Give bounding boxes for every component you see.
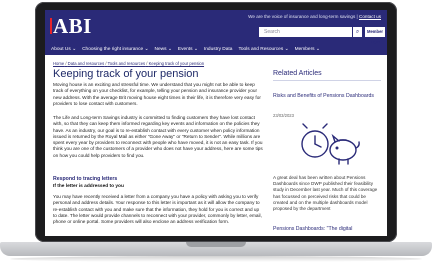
nav-events[interactable]: Events ⌄ (178, 47, 198, 52)
breadcrumb-tools-resources[interactable]: Tools and resources (108, 61, 145, 66)
abi-logo[interactable]: ABI (53, 14, 92, 39)
clock-piggy-illustration (301, 123, 360, 165)
section-heading: Respond to tracing letters (53, 176, 118, 182)
page-title: Keeping track of your pension (53, 68, 199, 80)
logo-accent-bar (50, 18, 52, 34)
nav-tools-resources[interactable]: Tools and Resources ⌄ (238, 47, 288, 52)
search-placeholder: Search (264, 29, 280, 35)
related-article-date-1: 23/03/2023 (273, 113, 294, 118)
nav-members[interactable]: Members ⌄ (295, 47, 320, 52)
sidebar-divider (273, 80, 381, 81)
related-article-link-2[interactable]: Pensions Dashboards: "The digital (273, 226, 379, 233)
header-tagline: We are the voice of insurance and long-t… (248, 14, 381, 19)
related-article-summary-1: A great deal has been written about Pens… (273, 175, 378, 212)
browser-screen: ABI We are the voice of insurance and lo… (45, 10, 387, 236)
laptop-notch (186, 242, 246, 247)
nav-about-us[interactable]: About Us ⌄ (51, 47, 76, 52)
search-icon[interactable]: ⌕ (353, 27, 362, 37)
article-paragraph-1: Moving house is an exciting and stressfu… (53, 82, 261, 106)
breadcrumb-data-resources[interactable]: Data and resources (68, 61, 105, 66)
breadcrumb-home[interactable]: Home (53, 61, 64, 66)
site-header: ABI We are the voice of insurance and lo… (45, 10, 387, 55)
main-nav: About Us ⌄ Choosing the right insurance … (45, 43, 387, 55)
related-articles-heading: Related Articles (273, 70, 322, 77)
breadcrumb: Home / Data and resources / Tools and re… (53, 61, 205, 66)
section-subheading: If the letter is addressed to you (53, 184, 124, 189)
member-login-button[interactable]: Member login (365, 27, 385, 44)
related-article-link-1[interactable]: Risks and Benefits of Pensions Dashboard… (273, 93, 379, 100)
contact-us-link[interactable]: Contact us (359, 14, 381, 19)
nav-choosing-insurance[interactable]: Choosing the right insurance ⌄ (82, 47, 148, 52)
breadcrumb-current: Keeping track of your pension (148, 61, 205, 66)
nav-industry-data[interactable]: Industry Data (204, 47, 233, 52)
laptop-shadow (10, 256, 422, 262)
article-paragraph-2: The Life and Long-term Savings industry … (53, 115, 263, 158)
tagline-text: We are the voice of insurance and long-t… (248, 14, 358, 19)
nav-news[interactable]: News ⌄ (155, 47, 172, 52)
article-paragraph-3: You may have recently received a letter … (53, 194, 262, 225)
